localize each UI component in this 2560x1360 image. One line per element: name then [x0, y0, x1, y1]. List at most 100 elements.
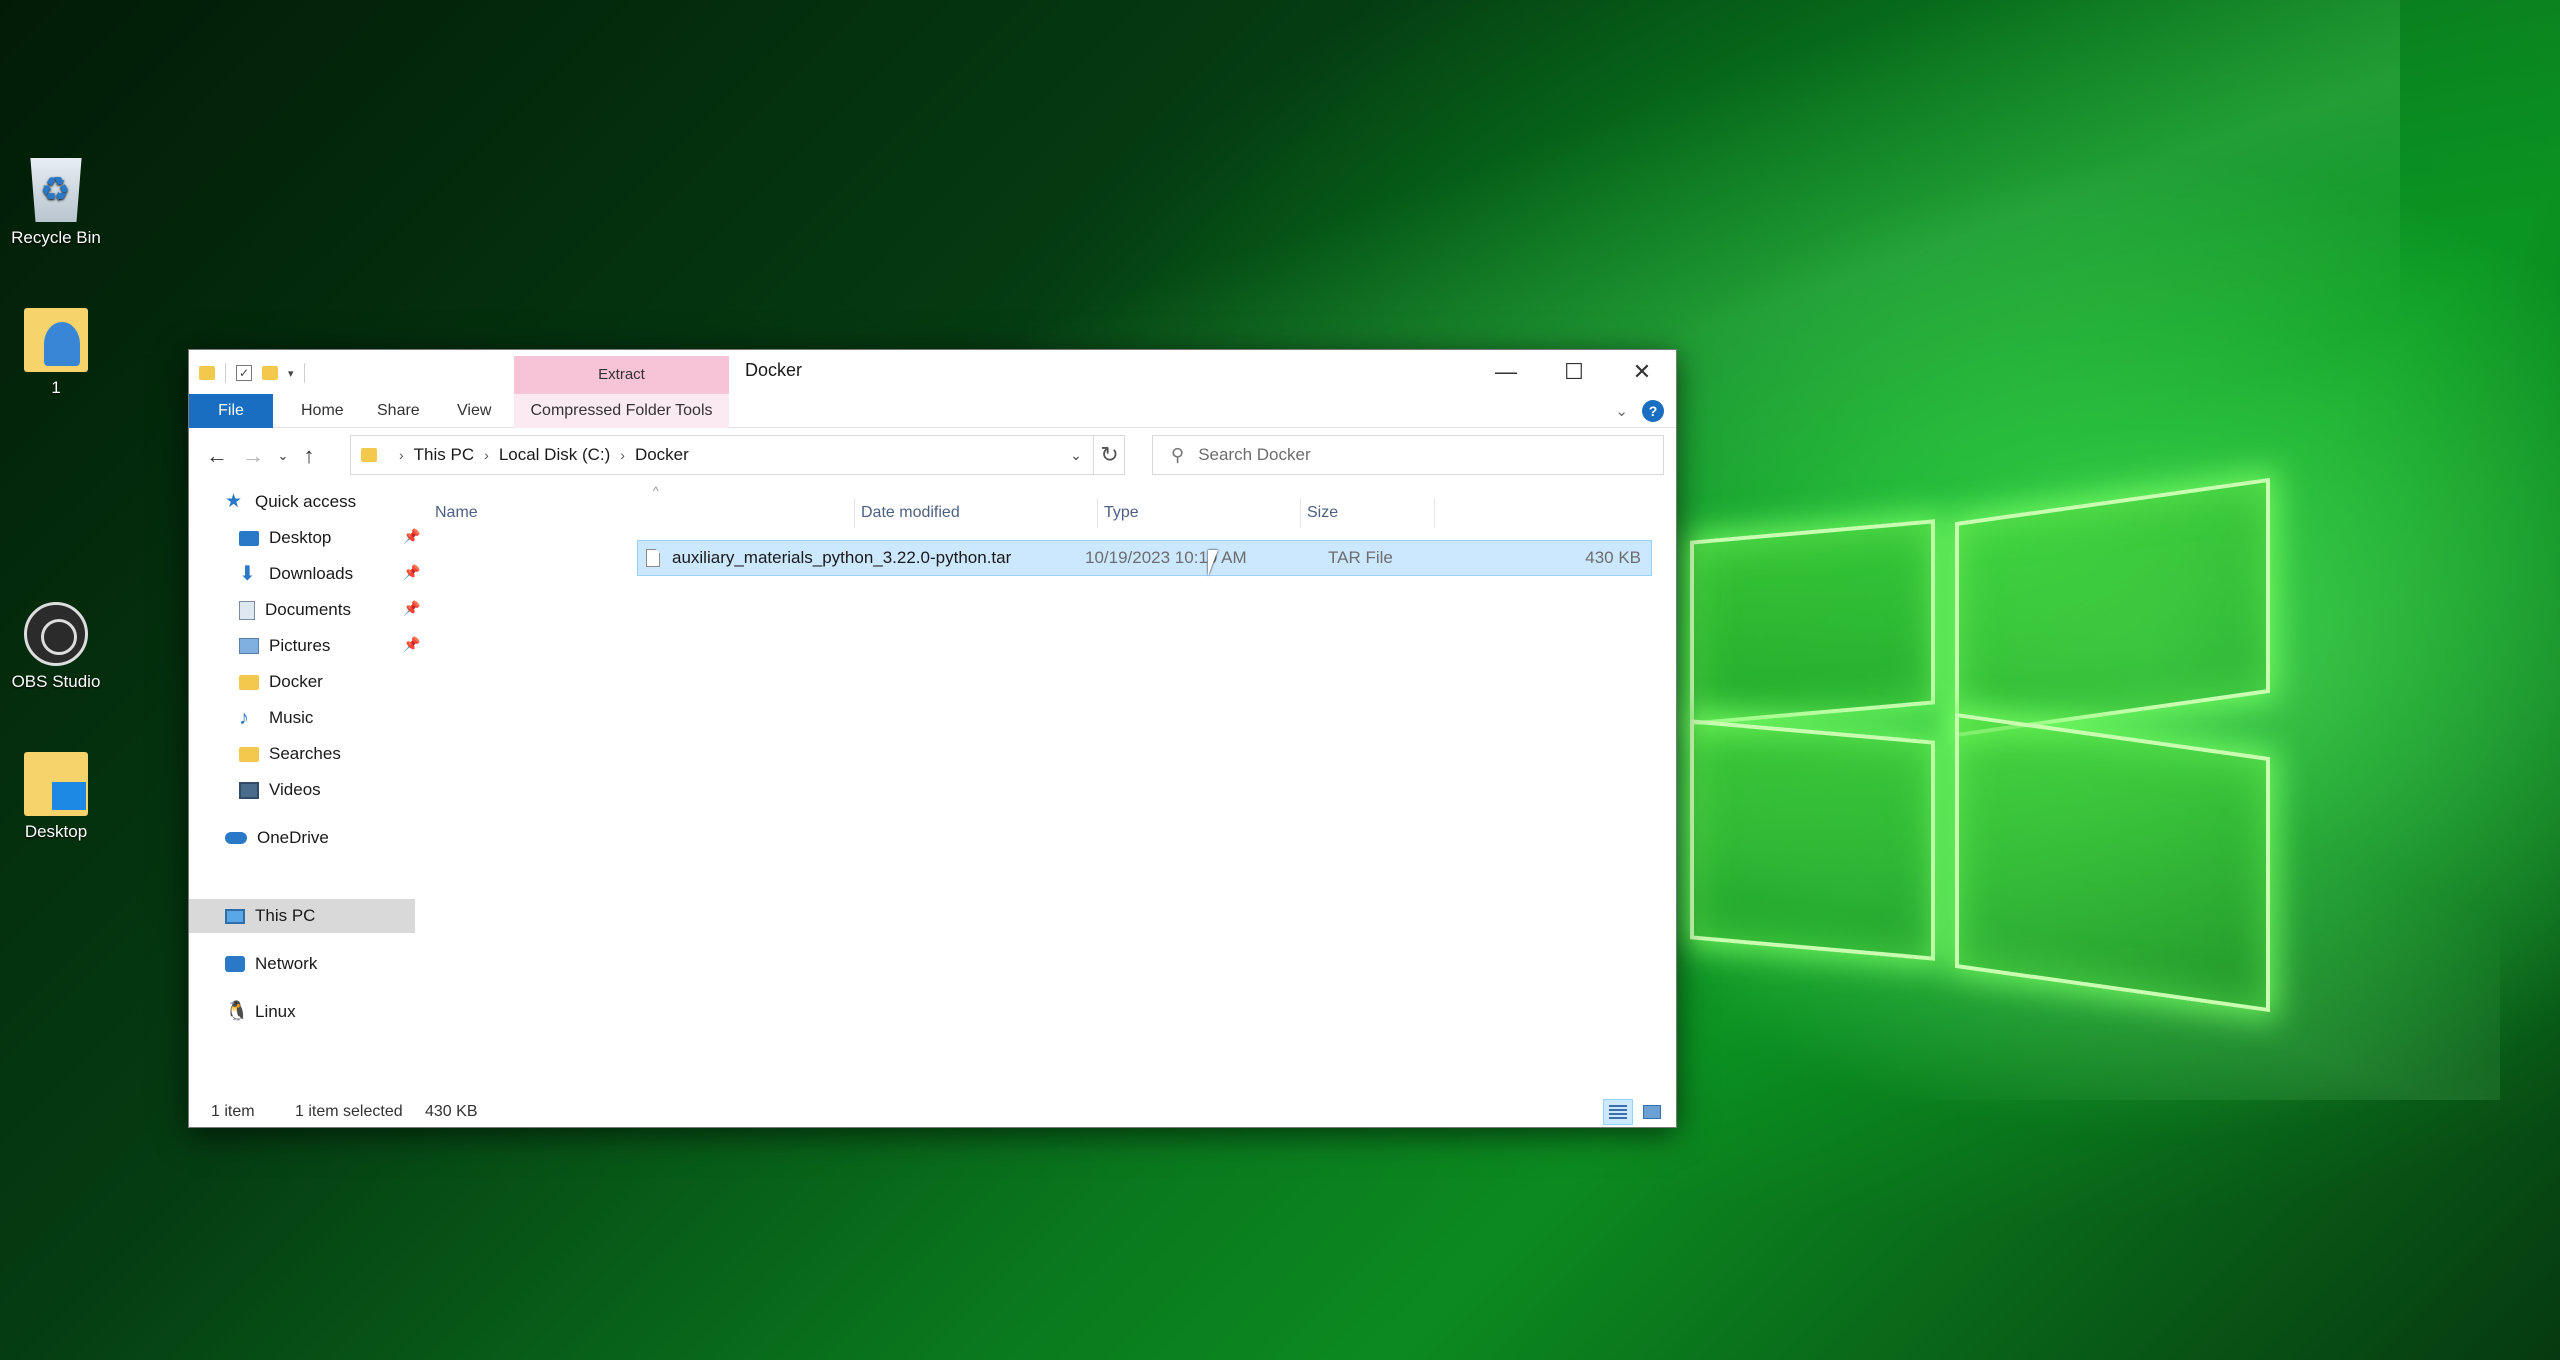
sidebar-item-this-pc[interactable]: This PC	[225, 899, 315, 933]
mouse-cursor-icon	[1208, 550, 1218, 576]
desktop-icon-1[interactable]: 1	[0, 308, 116, 398]
desktop-icon-obs-studio[interactable]: OBS Studio	[0, 602, 116, 692]
file-name: auxiliary_materials_python_3.22.0-python…	[672, 548, 1012, 567]
breadcrumb-local-disk[interactable]: Local Disk (C:)	[499, 445, 610, 465]
windows-logo-pane	[1955, 477, 2270, 738]
type-cell: TAR File	[1328, 548, 1393, 567]
documents-icon	[239, 600, 255, 620]
column-header-type[interactable]: Type	[1098, 498, 1301, 528]
refresh-icon[interactable]: ↻	[1093, 435, 1125, 475]
star-icon: ★	[225, 491, 243, 512]
desktop-folder-icon	[24, 752, 88, 816]
pin-icon[interactable]: 📌	[403, 564, 420, 581]
sidebar-item-desktop[interactable]: Desktop	[239, 521, 331, 555]
new-folder-icon[interactable]	[262, 366, 278, 380]
details-view-button[interactable]	[1603, 1099, 1633, 1125]
windows-logo-pane	[1690, 719, 1935, 961]
extract-context-tab[interactable]: Extract	[514, 356, 729, 394]
maximize-button[interactable]: ☐	[1540, 350, 1608, 394]
download-icon: ⬇	[239, 563, 256, 585]
image-folder-icon	[24, 308, 88, 372]
sidebar-item-label: Videos	[269, 780, 321, 799]
sidebar-item-label: OneDrive	[257, 828, 329, 847]
large-icons-view-button[interactable]	[1637, 1099, 1667, 1125]
column-header-date-modified[interactable]: Date modified	[855, 498, 1098, 528]
tab-file[interactable]: File	[189, 394, 273, 428]
search-icon: ⚲	[1171, 444, 1185, 465]
recycle-bin-icon	[30, 158, 82, 222]
help-icon[interactable]: ?	[1642, 400, 1664, 422]
chevron-right-icon[interactable]: ›	[484, 447, 489, 463]
close-button[interactable]: ✕	[1608, 350, 1676, 394]
sidebar-item-label: Quick access	[255, 492, 357, 511]
size-cell: 430 KB	[1585, 548, 1641, 567]
up-icon[interactable]: ↑	[293, 440, 325, 472]
windows-logo-pane	[1955, 712, 2270, 1013]
folder-icon	[199, 366, 215, 380]
ribbon-tabs: File Home Share View Compressed Folder T…	[189, 394, 1676, 428]
forward-icon[interactable]: →	[237, 440, 269, 472]
desktop-icon-label: OBS Studio	[11, 672, 101, 691]
sidebar-item-onedrive[interactable]: OneDrive	[225, 821, 329, 855]
tab-view[interactable]: View	[441, 394, 507, 428]
selection-size: 430 KB	[425, 1103, 478, 1120]
sidebar-item-label: Linux	[255, 1002, 296, 1021]
search-placeholder: Search Docker	[1198, 445, 1311, 464]
sidebar-item-pictures[interactable]: Pictures	[239, 629, 330, 663]
chevron-down-icon[interactable]: ⌄	[1061, 435, 1091, 475]
window-title: Docker	[745, 360, 803, 380]
music-icon: ♪	[239, 707, 249, 729]
file-name-cell: auxiliary_materials_python_3.22.0-python…	[646, 541, 1011, 575]
column-header-size[interactable]: Size	[1301, 498, 1435, 528]
tab-home[interactable]: Home	[285, 394, 360, 428]
pin-icon[interactable]: 📌	[403, 636, 420, 653]
search-input[interactable]: ⚲ Search Docker	[1152, 435, 1664, 475]
sidebar-item-linux[interactable]: 🐧 Linux	[225, 995, 296, 1029]
sidebar-item-label: Docker	[269, 672, 323, 691]
title-bar: ✓ ▾ Extract Docker — ☐ ✕	[189, 350, 1676, 394]
sidebar-item-docker[interactable]: Docker	[239, 665, 323, 699]
tab-compressed-folder-tools[interactable]: Compressed Folder Tools	[514, 394, 729, 428]
table-row[interactable]: auxiliary_materials_python_3.22.0-python…	[637, 540, 1652, 576]
sidebar-item-documents[interactable]: Documents	[239, 593, 351, 627]
tab-share[interactable]: Share	[361, 394, 436, 428]
searches-folder-icon	[239, 746, 259, 762]
sidebar-item-label: Desktop	[269, 528, 332, 547]
customize-toolbar-icon[interactable]: ▾	[288, 367, 294, 380]
videos-icon	[239, 781, 259, 799]
desktop-icon-recycle-bin[interactable]: Recycle Bin	[0, 158, 116, 248]
linux-penguin-icon: 🐧	[225, 1001, 249, 1022]
navigation-pane: ★ Quick access Desktop 📌 ⬇ Downloads 📌 D…	[189, 484, 425, 1074]
breadcrumb-docker[interactable]: Docker	[635, 445, 689, 465]
pin-icon[interactable]: 📌	[403, 600, 420, 617]
sidebar-item-quick-access[interactable]: ★ Quick access	[225, 485, 356, 519]
desktop-icon-label: Desktop	[24, 822, 88, 841]
sidebar-item-music[interactable]: ♪ Music	[239, 701, 313, 735]
divider	[225, 363, 226, 383]
desktop-icon-desktop[interactable]: Desktop	[0, 752, 116, 842]
details-view-icon	[1609, 1105, 1627, 1119]
sidebar-item-network[interactable]: Network	[225, 947, 317, 981]
column-header-name[interactable]: Name	[429, 498, 855, 528]
computer-icon	[225, 908, 245, 924]
sidebar-item-searches[interactable]: Searches	[239, 737, 341, 771]
ribbon-right-controls: ⌄ ?	[1615, 400, 1664, 422]
file-explorer-window: ✓ ▾ Extract Docker — ☐ ✕ File Home Share…	[188, 349, 1677, 1128]
network-icon	[225, 956, 245, 972]
large-icons-view-icon	[1643, 1105, 1661, 1119]
sort-ascending-icon: ^	[653, 484, 659, 498]
breadcrumb-this-pc[interactable]: This PC	[414, 445, 474, 465]
sidebar-item-label: This PC	[255, 906, 316, 925]
back-icon[interactable]: ←	[201, 440, 233, 472]
desktop-icon-label: Recycle Bin	[11, 228, 101, 247]
minimize-button[interactable]: —	[1472, 350, 1540, 394]
chevron-right-icon[interactable]: ›	[620, 447, 625, 463]
pin-icon[interactable]: 📌	[403, 528, 420, 545]
expand-ribbon-icon[interactable]: ⌄	[1615, 402, 1628, 420]
properties-icon[interactable]: ✓	[236, 365, 252, 381]
address-bar[interactable]: › This PC › Local Disk (C:) › Docker	[350, 435, 1125, 475]
sidebar-item-label: Network	[255, 954, 318, 973]
sidebar-item-videos[interactable]: Videos	[239, 773, 321, 807]
chevron-right-icon[interactable]: ›	[399, 447, 404, 463]
sidebar-item-downloads[interactable]: ⬇ Downloads	[239, 557, 353, 591]
